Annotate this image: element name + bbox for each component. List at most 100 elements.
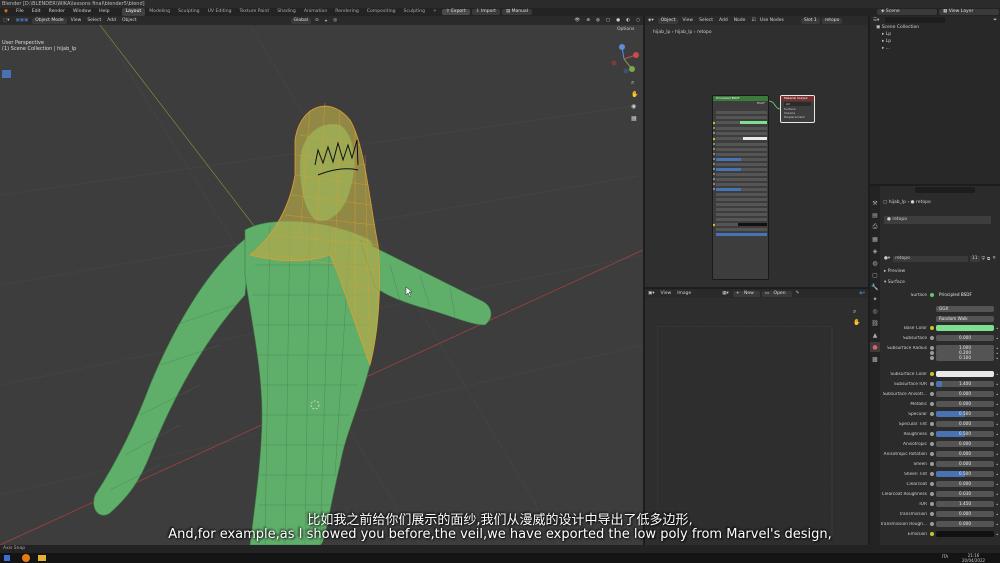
folder-taskbar-icon[interactable] (38, 555, 46, 561)
socket-dot[interactable] (930, 502, 934, 506)
properties-search-input[interactable] (915, 187, 975, 193)
tool-props-icon[interactable]: ⚒ (870, 198, 880, 208)
select-mode-icons[interactable]: ▣▣▣ (13, 18, 32, 23)
prop-value-field[interactable]: 0.500 (936, 411, 994, 417)
outliner-type-icon[interactable]: ☰▾ (873, 18, 879, 23)
outliner-item[interactable]: ▸ Lp (876, 31, 1000, 38)
unlink-material-icon[interactable]: ✕ (992, 256, 996, 261)
keyframe-icon[interactable]: • (996, 356, 998, 361)
prop-value-field[interactable]: 0.030 (936, 491, 994, 497)
socket-dot[interactable] (930, 482, 934, 486)
pivot-icon[interactable]: ⊙ (312, 18, 322, 23)
object-props-icon[interactable]: ▢ (870, 270, 880, 280)
node-menu-view[interactable]: View (679, 18, 696, 23)
socket-dot[interactable] (930, 392, 934, 396)
material-slot-list[interactable]: ● retopo (884, 216, 991, 224)
keyframe-icon[interactable]: • (996, 382, 998, 387)
node-editor-type-icon[interactable]: ◈▾ (645, 18, 657, 23)
prop-value-field[interactable]: 0.000 (936, 401, 994, 407)
image-display-icon[interactable]: ◉▾ (856, 291, 868, 296)
xray-icon[interactable]: ▢ (603, 18, 613, 23)
keyframe-icon[interactable]: • (996, 462, 998, 467)
scene-props-icon[interactable]: ◈ (870, 246, 880, 256)
outliner-search-input[interactable] (885, 17, 946, 23)
socket-dot[interactable] (930, 326, 934, 330)
sss-method-dropdown[interactable]: Random Walk (936, 316, 994, 322)
output-props-icon[interactable]: ⎙ (870, 222, 880, 232)
menu-window[interactable]: Window (69, 8, 95, 16)
viewport-menu-select[interactable]: Select (84, 18, 104, 23)
material-browse-icon[interactable]: ●▾ (884, 256, 890, 261)
outliner-filter-icon[interactable]: ⏷ (993, 17, 1000, 23)
node-menu-select[interactable]: Select (696, 18, 716, 23)
zoom-icon[interactable]: ⌕ (631, 77, 638, 89)
viewport-menu-add[interactable]: Add (104, 18, 119, 23)
shading-rendered-icon[interactable]: ○ (633, 18, 643, 23)
tab-modeling[interactable]: Modeling (145, 8, 174, 16)
import-button[interactable]: ⇩ Import (471, 9, 500, 15)
socket-dot[interactable] (930, 452, 934, 456)
image-pan-icon[interactable]: ✋ (853, 317, 860, 328)
blender-logo-icon[interactable]: ◉ (0, 8, 12, 16)
keyframe-icon[interactable]: • (996, 502, 998, 507)
keyframe-icon[interactable]: • (996, 432, 998, 437)
keyframe-icon[interactable]: • (996, 492, 998, 497)
keyframe-icon[interactable]: • (996, 482, 998, 487)
surface-shader-field[interactable]: Principled BSDF (936, 292, 994, 298)
object-mode-dropdown[interactable]: Object Mode (32, 17, 67, 24)
image-browse-icon[interactable]: ▦▾ (719, 291, 732, 296)
material-name-field[interactable]: retopo (893, 255, 968, 262)
ortho-toggle-icon[interactable]: ▦ (631, 113, 638, 125)
tab-rendering[interactable]: Rendering (331, 8, 362, 16)
menu-help[interactable]: Help (95, 8, 113, 16)
socket-dot[interactable] (930, 372, 934, 376)
image-zoom-icon[interactable]: ⌕ (853, 306, 860, 317)
tab-sculpting[interactable]: Sculpting (174, 8, 203, 16)
socket-dot[interactable] (930, 472, 934, 476)
view-layer-props-icon[interactable]: ▦ (870, 234, 880, 244)
scene-selector[interactable]: ◈ Scene (877, 9, 937, 15)
viewport-menu-view[interactable]: View (68, 18, 85, 23)
navigation-gizmo[interactable] (608, 43, 640, 75)
3d-viewport[interactable]: User Perspective (1) Scene Collection | … (0, 25, 643, 545)
open-image-button[interactable]: ▭ Open (761, 290, 792, 297)
fake-user-icon[interactable]: ⛨ (982, 256, 985, 262)
socket-dot[interactable] (930, 402, 934, 406)
keyframe-icon[interactable]: • (996, 412, 998, 417)
outliner-item[interactable]: ▸ ... (876, 45, 1000, 52)
keyframe-icon[interactable]: • (996, 442, 998, 447)
duplicate-material-icon[interactable]: ⧉ (987, 256, 990, 262)
surface-panel-header[interactable]: ▾ Surface (884, 280, 905, 285)
socket-dot[interactable] (930, 492, 934, 496)
proportional-edit-icon[interactable]: ◎ (330, 18, 340, 23)
language-indicator[interactable]: ITA (942, 554, 948, 559)
prop-value-field[interactable]: 0.000 (936, 461, 994, 467)
keyframe-icon[interactable]: • (996, 326, 998, 331)
clock[interactable]: 21:16 20/04/2022 (962, 553, 985, 563)
blender-taskbar-icon[interactable] (22, 554, 30, 562)
keyframe-icon[interactable]: • (996, 472, 998, 477)
start-icon[interactable] (4, 555, 10, 561)
prop-value-field[interactable] (936, 371, 994, 377)
tab-compositing[interactable]: Compositing (363, 8, 400, 16)
manual-button[interactable]: ▤ Manual (501, 9, 532, 15)
prop-value-field[interactable]: 0.000 (936, 441, 994, 447)
viewport-menu-object[interactable]: Object (119, 18, 140, 23)
keyframe-icon[interactable]: • (996, 336, 998, 341)
prop-value-field[interactable]: 1.450 (936, 501, 994, 507)
node-menu-node[interactable]: Node (731, 18, 749, 23)
socket-dot[interactable] (930, 412, 934, 416)
visibility-icon[interactable]: 👁 (571, 18, 583, 23)
outliner-item[interactable]: ▸ Lp (876, 38, 1000, 45)
socket-dot[interactable] (930, 442, 934, 446)
keyframe-icon[interactable]: • (996, 372, 998, 377)
socket-dot[interactable] (930, 422, 934, 426)
slot-dropdown[interactable]: Slot 1 (800, 17, 820, 24)
editor-type-icon[interactable]: ⬚▾ (0, 18, 13, 23)
overlay-icon[interactable]: ◍ (593, 18, 603, 23)
prop-value-field[interactable]: 0.000 (936, 451, 994, 457)
outliner-scene-collection[interactable]: ▣ Scene Collection (876, 24, 1000, 31)
tab-animation[interactable]: Animation (300, 8, 331, 16)
pin-icon[interactable]: ✎ (793, 291, 803, 296)
tab-sculpting-2[interactable]: Sculpting (400, 8, 429, 16)
